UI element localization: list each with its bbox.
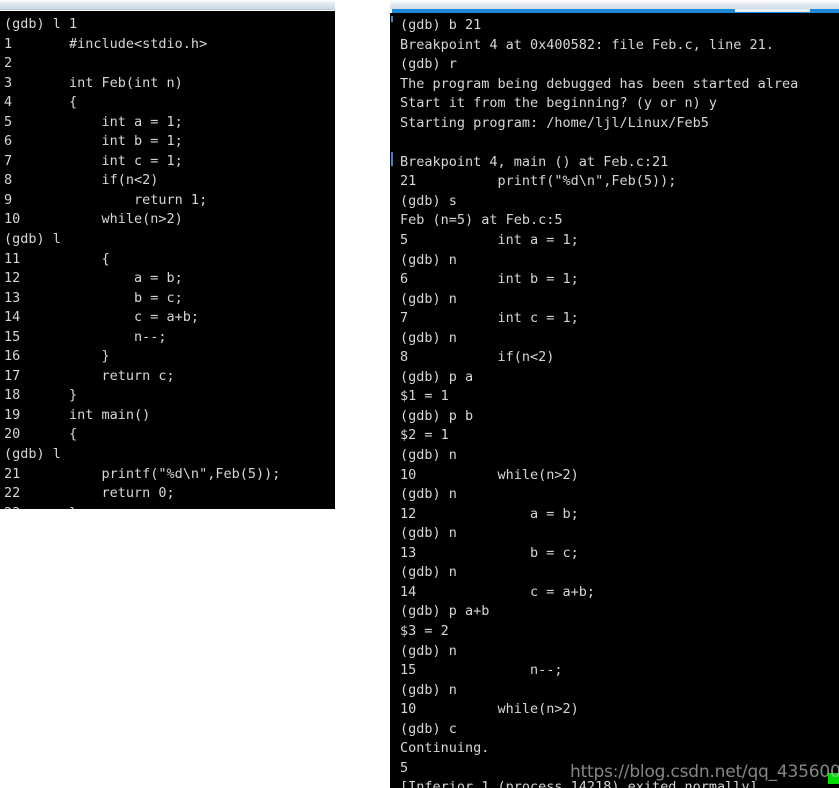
terminal-line: 15 n--; (4, 328, 167, 345)
right-window-active-tab[interactable] (735, 9, 810, 12)
terminal-line: 10 while(n>2) (400, 466, 579, 483)
terminal-line: 6 int b = 1; (4, 133, 183, 150)
terminal-line: 1 #include<stdio.h> (4, 35, 208, 52)
terminal-line: (gdb) p a (400, 368, 474, 385)
terminal-cursor (828, 773, 839, 784)
terminal-line: (gdb) l 1 (4, 16, 78, 32)
terminal-line: 8 if(n<2) (4, 172, 159, 189)
terminal-line: 21 printf("%d\n",Feb(5)); (400, 173, 677, 190)
terminal-line: Feb (n=5) at Feb.c:5 (400, 212, 563, 229)
terminal-line: (gdb) n (400, 447, 457, 464)
right-terminal-gutter (390, 13, 393, 788)
right-window-titlebar[interactable] (390, 0, 839, 9)
terminal-line: 10 while(n>2) (400, 701, 579, 718)
terminal-line: 18 } (4, 387, 78, 404)
terminal-line: (gdb) n (400, 642, 457, 659)
terminal-line: $3 = 2 (400, 622, 449, 639)
terminal-line: 13 b = c; (400, 544, 579, 561)
terminal-line: 10 while(n>2) (4, 211, 183, 228)
terminal-line: [Inferior 1 (process 14218) exited norma… (400, 779, 758, 788)
terminal-line: 8 if(n<2) (400, 349, 555, 366)
gdb-session-window[interactable]: (gdb) b 21 Breakpoint 4 at 0x400582: file… (390, 0, 839, 788)
terminal-line: 21 printf("%d\n",Feb(5)); (4, 465, 281, 482)
terminal-line: 23 } (4, 504, 335, 509)
terminal-line: Continuing. (400, 740, 490, 757)
terminal-line: $2 = 1 (400, 427, 449, 444)
terminal-line: The program being debugged has been star… (400, 75, 799, 92)
terminal-line: (gdb) n (400, 290, 457, 307)
left-terminal-output[interactable]: (gdb) l 1 1 #include<stdio.h> 2 3 int Feb(i… (0, 11, 335, 509)
terminal-line: (gdb) n (400, 681, 457, 698)
terminal-line: 19 int main() (4, 406, 151, 423)
terminal-line: 6 int b = 1; (400, 271, 579, 288)
terminal-line: 7 int c = 1; (400, 310, 579, 327)
terminal-line: (gdb) r (400, 56, 457, 73)
terminal-line: (gdb) n (400, 525, 457, 542)
terminal-line: 4 { (4, 94, 78, 111)
terminal-line: 22 return 0; (4, 485, 175, 502)
terminal-line: Starting program: /home/ljl/Linux/Feb5 (400, 114, 709, 131)
terminal-line: 5 int a = 1; (400, 232, 579, 249)
terminal-line: 16 } (4, 348, 110, 365)
right-terminal-output[interactable]: (gdb) b 21 Breakpoint 4 at 0x400582: file… (390, 13, 839, 788)
terminal-line: Start it from the beginning? (y or n) y (400, 95, 717, 112)
terminal-line: 20 { (4, 426, 78, 443)
terminal-line: (gdb) b 21 (400, 17, 482, 33)
terminal-line: (gdb) n (400, 251, 457, 268)
terminal-line: (gdb) n (400, 329, 457, 346)
terminal-line: 15 n--; (400, 662, 563, 679)
terminal-line: (gdb) p b (400, 407, 474, 424)
terminal-line: Breakpoint 4 at 0x400582: file Feb.c, li… (400, 36, 774, 53)
terminal-line: Breakpoint 4, main () at Feb.c:21 (400, 153, 669, 170)
terminal-line: 11 { (4, 250, 110, 267)
gdb-source-window[interactable]: (gdb) l 1 1 #include<stdio.h> 2 3 int Feb(i… (0, 0, 335, 509)
terminal-line: 5 (400, 759, 409, 776)
terminal-line: 3 int Feb(int n) (4, 74, 183, 91)
terminal-line: 5 int a = 1; (4, 113, 183, 130)
terminal-line: 14 c = a+b; (400, 583, 596, 600)
terminal-line: (gdb) l (4, 231, 61, 248)
terminal-line: 7 int c = 1; (4, 152, 183, 169)
terminal-line: 12 a = b; (4, 270, 183, 287)
terminal-line: 13 b = c; (4, 289, 183, 306)
terminal-line: (gdb) s (400, 192, 457, 209)
terminal-line: (gdb) p a+b (400, 603, 490, 620)
gutter-mark-icon (391, 16, 393, 22)
gutter-mark-secondary-icon (391, 152, 393, 166)
terminal-line: (gdb) l (4, 446, 61, 463)
terminal-line: (gdb) n (400, 486, 457, 503)
terminal-line: (gdb) n (400, 564, 457, 581)
terminal-line: 17 return c; (4, 367, 175, 384)
terminal-line: (gdb) c (400, 720, 457, 737)
terminal-line: $1 = 1 (400, 388, 449, 405)
terminal-line: 2 (4, 55, 13, 72)
terminal-line: 9 return 1; (4, 191, 208, 208)
terminal-line: 12 a = b; (400, 505, 579, 522)
terminal-line: 14 c = a+b; (4, 309, 200, 326)
left-window-titlebar[interactable] (0, 0, 335, 10)
